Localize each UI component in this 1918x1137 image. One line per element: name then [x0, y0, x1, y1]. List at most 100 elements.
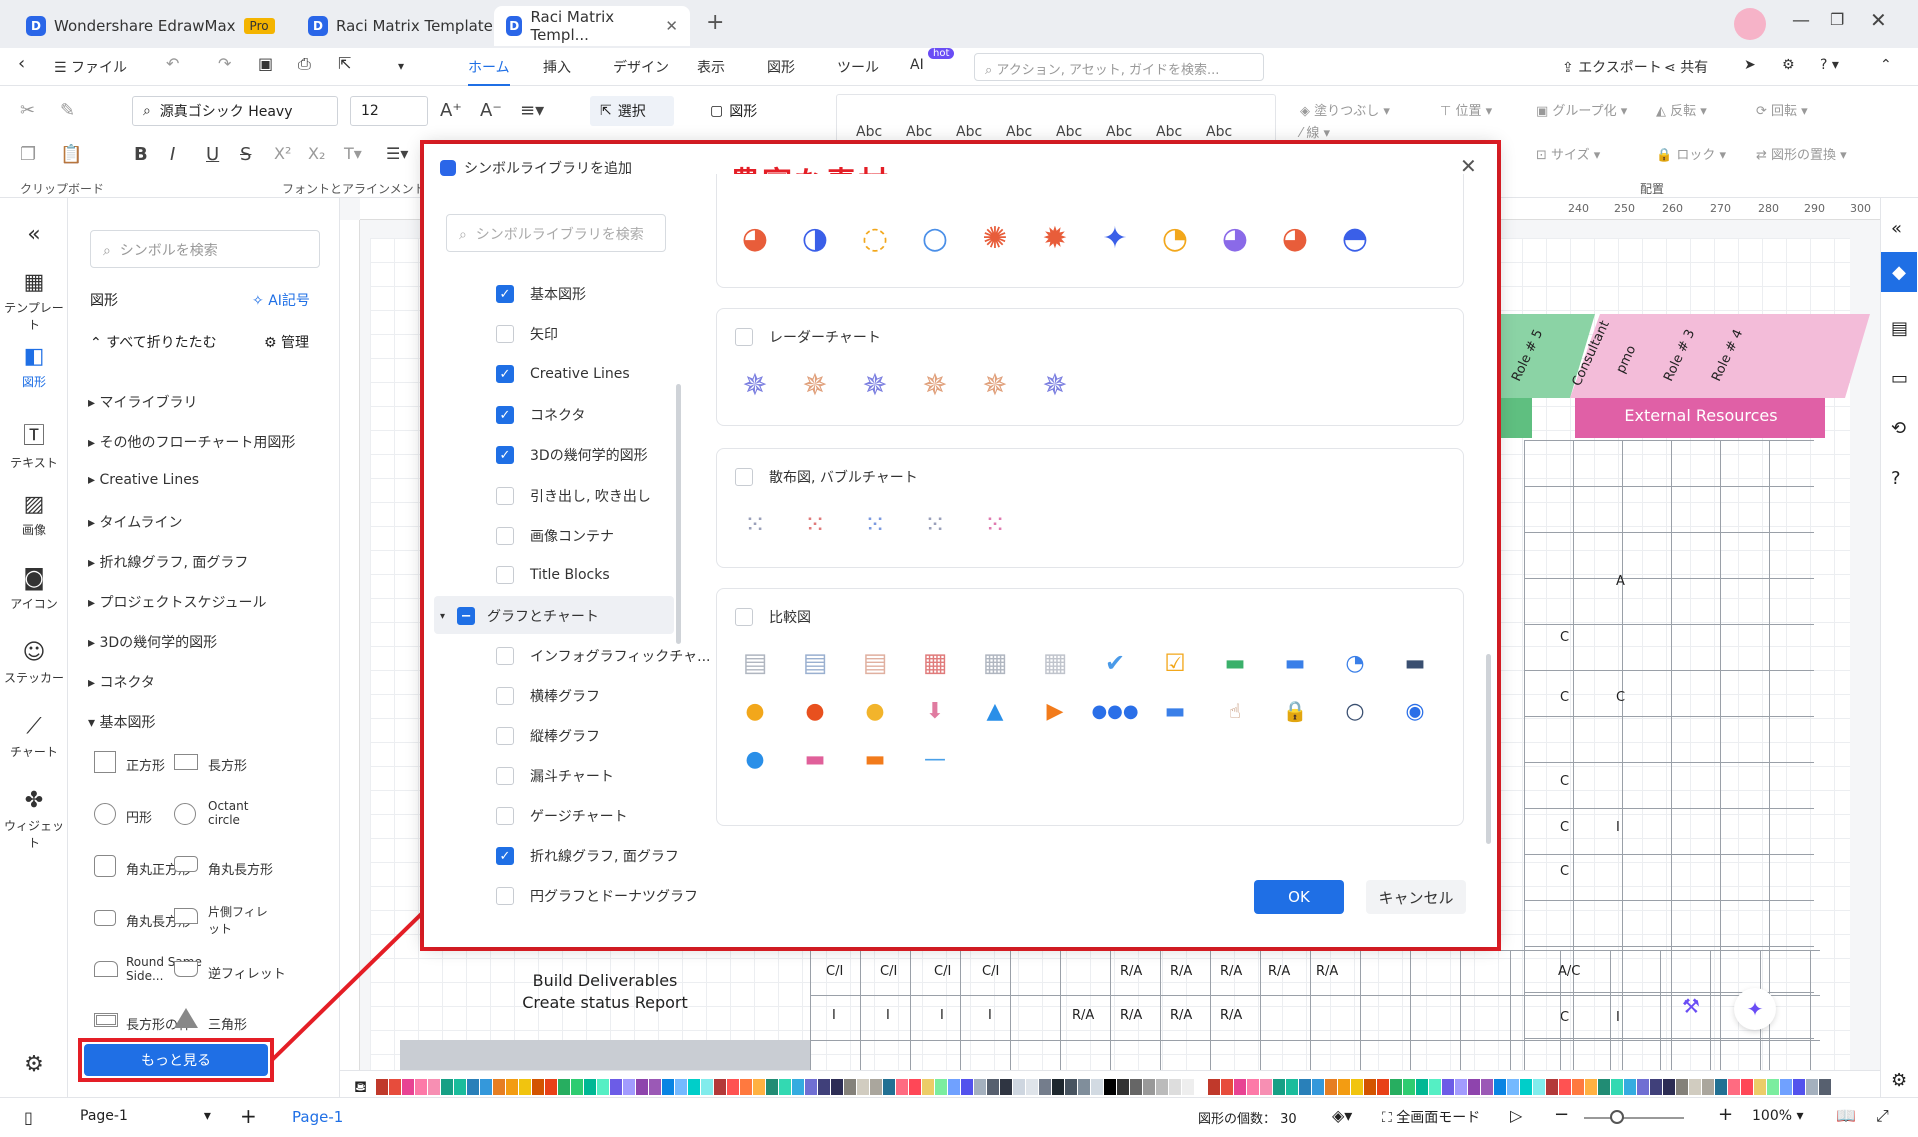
nav-image[interactable]: ▨ 画像 — [0, 492, 68, 538]
scatter-chart-title[interactable]: 散布図, バブルチャート — [735, 467, 918, 487]
pie-chart-thumb[interactable]: ◕ — [1215, 220, 1255, 256]
radar-chart-title[interactable]: レーダーチャート — [735, 327, 881, 347]
paste-icon[interactable]: 📋 — [60, 144, 82, 165]
shape-tool[interactable]: ▢ 図形 — [700, 96, 790, 126]
color-swatch[interactable] — [1130, 1079, 1142, 1095]
ai-assist-icon[interactable]: ✦ — [1734, 988, 1776, 1030]
color-swatch[interactable] — [766, 1079, 778, 1095]
color-swatch[interactable] — [1052, 1079, 1064, 1095]
collapse-ribbon-icon[interactable]: ⌃ — [1880, 57, 1892, 73]
color-swatch[interactable] — [1780, 1079, 1792, 1095]
position-button[interactable]: ⊤ 位置 ▾ — [1440, 100, 1492, 119]
library-checkbox[interactable]: ✓ 基本図形 — [496, 284, 586, 304]
color-swatch[interactable] — [727, 1079, 739, 1095]
color-swatch[interactable] — [1455, 1079, 1467, 1095]
dot-thumb[interactable]: ● — [795, 693, 835, 729]
table-thumb[interactable]: ▤ — [795, 645, 835, 681]
rounded-rectangle-shape[interactable] — [94, 910, 116, 926]
increase-font-icon[interactable]: A⁺ — [440, 100, 462, 121]
nav-chart[interactable]: ⟋ チャート — [0, 714, 68, 760]
color-swatch[interactable] — [779, 1079, 791, 1095]
style-sample[interactable]: Abc — [1106, 124, 1132, 140]
replace-shape-button[interactable]: ⇄ 図形の置換 ▾ — [1756, 144, 1847, 163]
table-thumb[interactable]: ▦ — [915, 645, 955, 681]
color-swatch[interactable] — [1325, 1079, 1337, 1095]
color-swatch[interactable] — [1468, 1079, 1480, 1095]
lock-button[interactable]: 🔒 ロック ▾ — [1656, 144, 1726, 163]
color-swatch[interactable] — [1637, 1079, 1649, 1095]
bar-thumb[interactable]: ▬ — [1395, 645, 1435, 681]
color-swatch[interactable] — [818, 1079, 830, 1095]
pie-chart-thumb[interactable]: ◕ — [735, 220, 775, 256]
rotate-button[interactable]: ⟳ 回転 ▾ — [1756, 100, 1808, 119]
list-icon[interactable]: ☰▾ — [386, 144, 408, 163]
color-swatch[interactable] — [662, 1079, 674, 1095]
save-icon[interactable]: ▣ — [258, 54, 273, 73]
nav-shapes[interactable]: ◧ 図形 — [0, 344, 68, 390]
settings-icon[interactable]: ⚙ — [1891, 1070, 1907, 1091]
minimize-icon[interactable]: — — [1792, 10, 1810, 31]
library-checkbox[interactable]: ✓ Creative Lines — [496, 365, 630, 383]
scrollbar[interactable] — [1486, 654, 1491, 844]
color-swatch[interactable] — [831, 1079, 843, 1095]
library-checkbox[interactable]: ゲージチャート — [496, 806, 628, 826]
color-swatch[interactable] — [974, 1079, 986, 1095]
color-swatch[interactable] — [844, 1079, 856, 1095]
superscript-icon[interactable]: X² — [274, 144, 291, 163]
color-swatch[interactable] — [1546, 1079, 1558, 1095]
nav-sticker[interactable]: ☺ ステッカー — [0, 640, 68, 686]
round-same-side-shape[interactable] — [94, 961, 118, 977]
circle-shape[interactable] — [94, 803, 116, 825]
rounded-rectangle-shape[interactable] — [174, 856, 198, 872]
color-swatch[interactable] — [1117, 1079, 1129, 1095]
library-checkbox[interactable]: ✓ 3Dの幾何学的図形 — [496, 445, 648, 465]
color-swatch[interactable] — [1273, 1079, 1285, 1095]
book-view-icon[interactable]: 📖 — [1836, 1106, 1856, 1125]
library-checkbox[interactable]: 横棒グラフ — [496, 686, 600, 706]
flip-button[interactable]: ◭ 反転 ▾ — [1656, 100, 1707, 119]
color-swatch[interactable] — [896, 1079, 908, 1095]
color-swatch[interactable] — [545, 1079, 557, 1095]
fill-bucket-icon[interactable]: ⛾ — [354, 1077, 367, 1098]
menu-view[interactable]: 表示 — [697, 57, 725, 77]
color-swatch[interactable] — [792, 1079, 804, 1095]
avatar[interactable] — [1734, 8, 1766, 40]
color-swatch[interactable] — [1741, 1079, 1753, 1095]
color-swatch[interactable] — [1338, 1079, 1350, 1095]
color-swatch[interactable] — [714, 1079, 726, 1095]
style-sample[interactable]: Abc — [1056, 124, 1082, 140]
color-swatch[interactable] — [1533, 1079, 1545, 1095]
lib-item[interactable]: ▸ プロジェクトスケジュール — [88, 592, 267, 612]
radar-chart-thumb[interactable]: ✵ — [1035, 367, 1075, 403]
nav-template[interactable]: ▦ テンプレート — [0, 270, 68, 333]
format-painter-icon[interactable]: ✎ — [60, 100, 75, 121]
align-icon[interactable]: ≡▾ — [520, 100, 544, 121]
radar-chart-thumb[interactable]: ✵ — [855, 367, 895, 403]
progress-circle-thumb[interactable]: ◔ — [1335, 645, 1375, 681]
library-checkbox[interactable]: インフォグラフィックチャ... — [496, 646, 711, 666]
color-swatch[interactable] — [1013, 1079, 1025, 1095]
color-swatch[interactable] — [1091, 1079, 1103, 1095]
color-swatch[interactable] — [571, 1079, 583, 1095]
color-swatch[interactable] — [402, 1079, 414, 1095]
pie-chart-thumb[interactable]: ◓ — [1335, 220, 1375, 256]
menu-ai[interactable]: AI hot — [910, 48, 955, 73]
color-swatch[interactable] — [1390, 1079, 1402, 1095]
triangle-thumb[interactable]: ▲ — [975, 693, 1015, 729]
group-button[interactable]: ▣ グループ化 ▾ — [1536, 100, 1627, 119]
pie-chart-thumb[interactable]: ✹ — [1035, 220, 1075, 256]
subscript-icon[interactable]: X₂ — [308, 144, 325, 163]
lib-item[interactable]: ▸ 折れ線グラフ, 面グラフ — [88, 552, 248, 572]
color-swatch[interactable] — [1598, 1079, 1610, 1095]
radio-thumb[interactable]: ◉ — [1395, 693, 1435, 729]
color-swatch[interactable] — [649, 1079, 661, 1095]
text-style-icon[interactable]: T▾ — [344, 144, 362, 163]
one-side-fillet-shape[interactable] — [174, 908, 198, 924]
table-thumb[interactable]: ▤ — [855, 645, 895, 681]
color-swatch[interactable] — [1793, 1079, 1805, 1095]
color-swatch[interactable] — [1182, 1079, 1194, 1095]
library-checkbox[interactable]: 縦棒グラフ — [496, 726, 600, 746]
lib-item[interactable]: ▸ その他のフローチャート用図形 — [88, 432, 295, 452]
color-swatch[interactable] — [1611, 1079, 1623, 1095]
font-size-select[interactable]: 12 — [350, 96, 428, 126]
